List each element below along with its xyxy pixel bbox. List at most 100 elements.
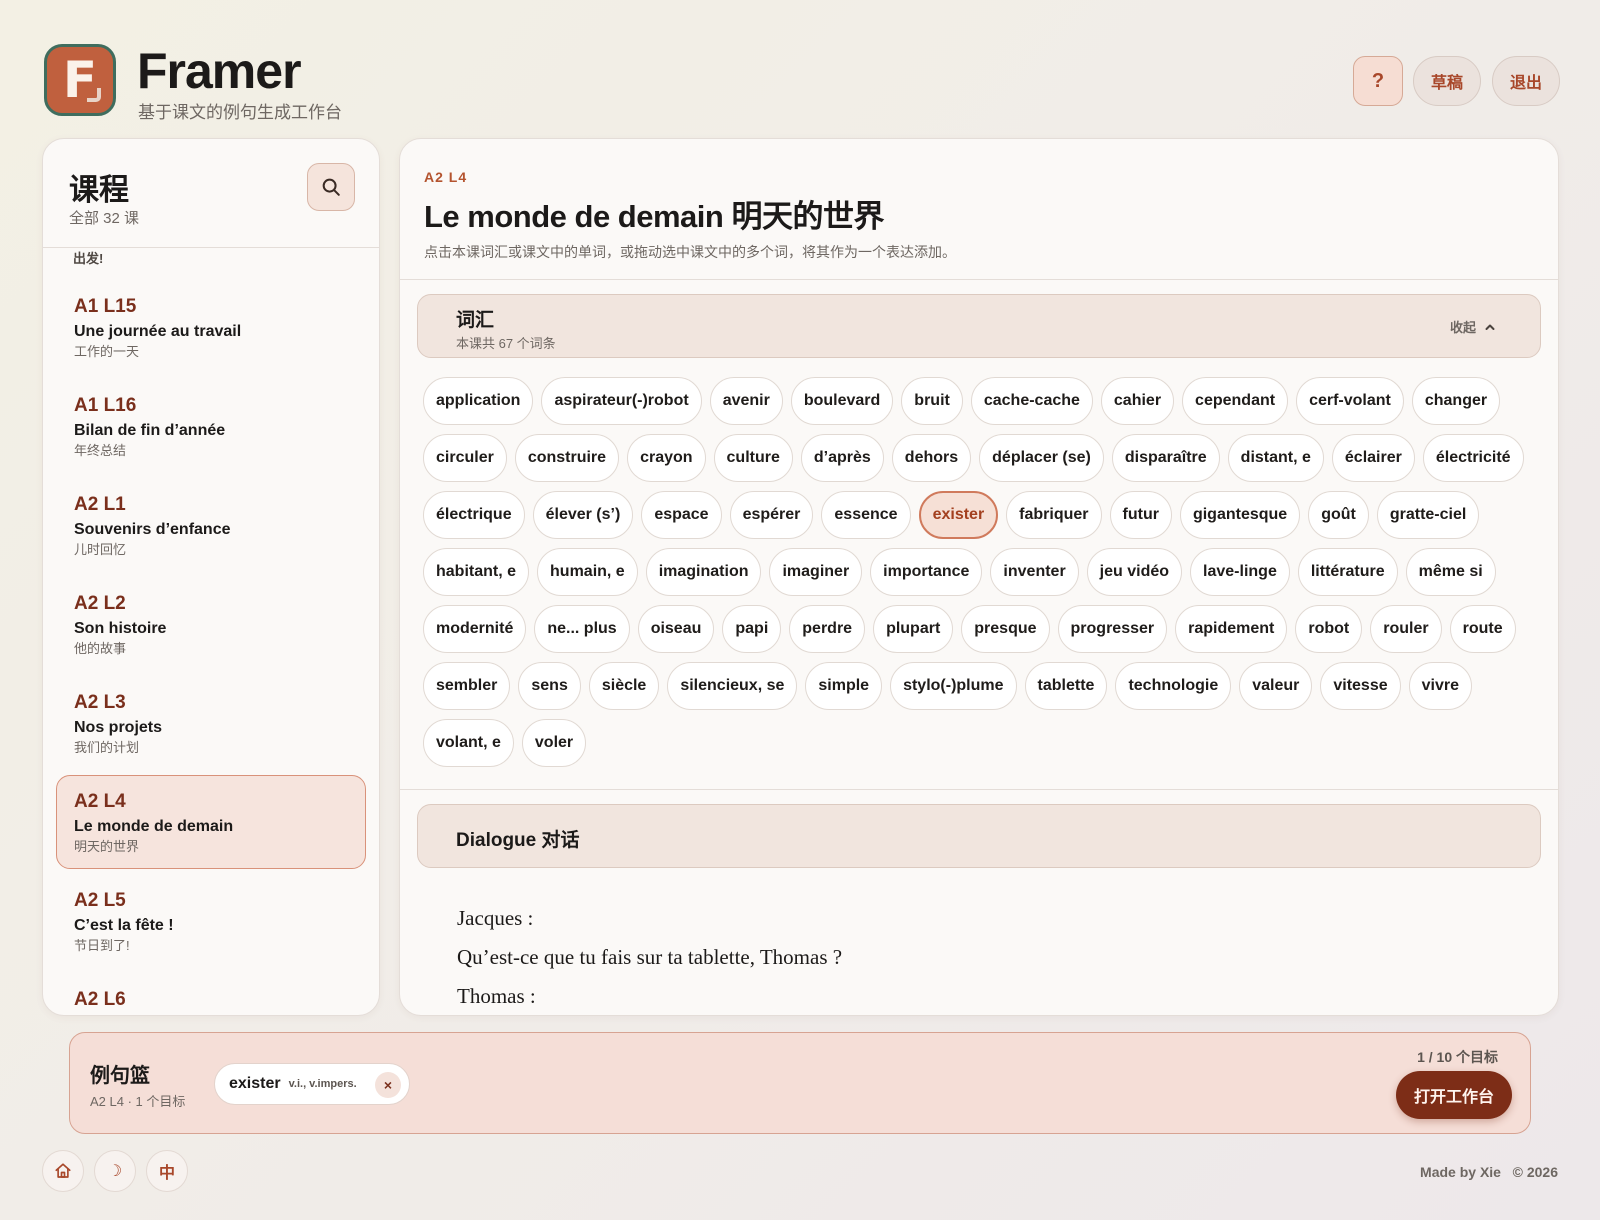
vocab-chip[interactable]: perdre — [789, 605, 866, 653]
vocab-chip[interactable]: futur — [1109, 491, 1172, 539]
logout-button[interactable]: 退出 — [1492, 56, 1560, 106]
vocab-chip[interactable]: tablette — [1024, 662, 1108, 710]
vocab-chip[interactable]: imaginer — [769, 548, 863, 596]
vocab-chip[interactable]: siècle — [588, 662, 660, 710]
vocab-chip[interactable]: rapidement — [1175, 605, 1288, 653]
dialogue-line[interactable]: Jacques : — [457, 899, 842, 938]
home-button[interactable] — [42, 1150, 84, 1192]
vocab-chip[interactable]: avenir — [709, 377, 783, 425]
vocab-chip[interactable]: cahier — [1100, 377, 1175, 425]
sidebar-lesson-item[interactable]: A2 L5 C’est la fête ! 节日到了! — [56, 874, 366, 968]
vocab-chip[interactable]: humain, e — [537, 548, 638, 596]
sidebar-lesson-item[interactable]: A1 L16 Bilan de fin d’année 年终总结 — [56, 379, 366, 473]
sidebar-lesson-item[interactable]: A2 L3 Nos projets 我们的计划 — [56, 676, 366, 770]
vocab-chip[interactable]: gigantesque — [1179, 491, 1301, 539]
lesson-item-cn: 节日到了! — [74, 938, 130, 953]
lesson-item-code: A1 L15 — [74, 296, 137, 317]
vocab-chip[interactable]: élever (s’) — [532, 491, 634, 539]
vocab-chip[interactable]: cependant — [1182, 377, 1289, 425]
vocab-chip[interactable]: exister — [918, 491, 999, 539]
vocab-chip[interactable]: lave-linge — [1190, 548, 1290, 596]
vocab-chip[interactable]: boulevard — [790, 377, 894, 425]
vocab-chip[interactable]: volant, e — [423, 719, 514, 767]
vocab-chip[interactable]: rouler — [1370, 605, 1442, 653]
vocab-chip[interactable]: importance — [870, 548, 983, 596]
vocab-chip[interactable]: culture — [713, 434, 793, 482]
vocab-chip[interactable]: aspirateur(-)robot — [541, 377, 702, 425]
vocab-chip[interactable]: silencieux, se — [667, 662, 798, 710]
vocab-chip[interactable]: distant, e — [1227, 434, 1324, 482]
dialogue-section-header[interactable]: Dialogue 对话 — [417, 804, 1541, 868]
sidebar-lesson-item[interactable]: A2 L6 — [56, 973, 366, 1015]
drafts-button[interactable]: 草稿 — [1413, 56, 1481, 106]
vocab-chip[interactable]: sembler — [423, 662, 511, 710]
vocab-chip[interactable]: d’après — [800, 434, 884, 482]
vocab-chip[interactable]: sens — [518, 662, 581, 710]
vocab-chip[interactable]: même si — [1405, 548, 1496, 596]
help-button[interactable]: ? — [1353, 56, 1403, 106]
theme-toggle-button[interactable]: ☽ — [94, 1150, 136, 1192]
vocab-chip[interactable]: goût — [1308, 491, 1369, 539]
sidebar-lesson-item[interactable]: A2 L4 Le monde de demain 明天的世界 — [56, 775, 366, 869]
vocab-chip[interactable]: plupart — [873, 605, 954, 653]
lesson-list[interactable]: 出发! A1 L15 Une journée au travail 工作的一天 A1 … — [43, 248, 379, 1015]
vocab-chip[interactable]: cerf-volant — [1296, 377, 1404, 425]
vocab-chip[interactable]: imagination — [645, 548, 762, 596]
open-workbench-button[interactable]: 打开工作台 — [1396, 1071, 1512, 1119]
vocab-chip[interactable]: espace — [641, 491, 722, 539]
vocab-chip[interactable]: simple — [805, 662, 883, 710]
vocab-chip[interactable]: éclairer — [1331, 434, 1415, 482]
vocab-chip[interactable]: dehors — [891, 434, 972, 482]
vocab-chip[interactable]: stylo(-)plume — [890, 662, 1017, 710]
vocab-section-header[interactable]: 词汇 本课共 67 个词条 收起 — [417, 294, 1541, 358]
vocab-chip[interactable]: progresser — [1057, 605, 1168, 653]
basket-item[interactable]: exister v.i., v.impers. × — [214, 1063, 410, 1105]
vocab-chip[interactable]: changer — [1411, 377, 1501, 425]
vocab-chip[interactable]: électrique — [423, 491, 525, 539]
dialogue-line[interactable]: Qu’est-ce que tu fais sur ta tablette, T… — [457, 938, 842, 977]
vocab-chip[interactable]: jeu vidéo — [1086, 548, 1183, 596]
vocab-chip[interactable]: bruit — [901, 377, 963, 425]
vocab-chip[interactable]: presque — [961, 605, 1050, 653]
vocab-collapse-toggle[interactable]: 收起 — [1450, 317, 1496, 336]
vocab-chip[interactable]: cache-cache — [970, 377, 1093, 425]
vocab-chip[interactable]: oiseau — [637, 605, 715, 653]
vocab-chip[interactable]: inventer — [990, 548, 1079, 596]
basket-item-word: exister — [229, 1075, 281, 1092]
logo-corner-mark — [87, 88, 101, 102]
vocab-chip[interactable]: essence — [821, 491, 911, 539]
remove-item-button[interactable]: × — [375, 1072, 401, 1098]
dialogue-line[interactable]: Thomas : — [457, 977, 842, 1015]
vocab-chip[interactable]: fabriquer — [1006, 491, 1102, 539]
lesson-search-button[interactable] — [307, 163, 355, 211]
vocab-chip[interactable]: vitesse — [1320, 662, 1401, 710]
vocab-chip[interactable]: électricité — [1422, 434, 1524, 482]
lesson-item-cn: 他的故事 — [74, 641, 127, 656]
vocab-chip[interactable]: crayon — [627, 434, 706, 482]
language-toggle-button[interactable]: 中 — [146, 1150, 188, 1192]
vocab-chip[interactable]: ne... plus — [534, 605, 630, 653]
vocab-chip[interactable]: espérer — [729, 491, 814, 539]
vocab-chip[interactable]: application — [423, 377, 534, 425]
vocab-chip[interactable]: gratte-ciel — [1376, 491, 1480, 539]
sidebar-lesson-item[interactable]: A1 L15 Une journée au travail 工作的一天 — [56, 280, 366, 374]
vocab-chip[interactable]: modernité — [423, 605, 527, 653]
vocab-chip[interactable]: déplacer (se) — [979, 434, 1104, 482]
dialogue-text[interactable]: Jacques : Qu’est-ce que tu fais sur ta ta… — [457, 899, 842, 1015]
vocab-chip[interactable]: valeur — [1239, 662, 1313, 710]
vocab-chip[interactable]: vivre — [1408, 662, 1472, 710]
vocab-chip[interactable]: voler — [521, 719, 587, 767]
sidebar-lesson-item[interactable]: A2 L2 Son histoire 他的故事 — [56, 577, 366, 671]
lesson-count: 全部 32 课 — [69, 210, 140, 227]
sidebar-lesson-item[interactable]: A2 L1 Souvenirs d’enfance 儿时回忆 — [56, 478, 366, 572]
vocab-chip[interactable]: robot — [1295, 605, 1363, 653]
vocab-chip[interactable]: disparaître — [1111, 434, 1220, 482]
vocab-chip[interactable]: construire — [514, 434, 620, 482]
vocab-chip[interactable]: route — [1449, 605, 1516, 653]
vocab-chip[interactable]: circuler — [423, 434, 507, 482]
vocab-chip[interactable]: papi — [722, 605, 782, 653]
vocab-chip[interactable]: habitant, e — [423, 548, 530, 596]
sidebar-title: 课程 — [69, 174, 129, 207]
vocab-chip[interactable]: technologie — [1115, 662, 1232, 710]
vocab-chip[interactable]: littérature — [1297, 548, 1398, 596]
